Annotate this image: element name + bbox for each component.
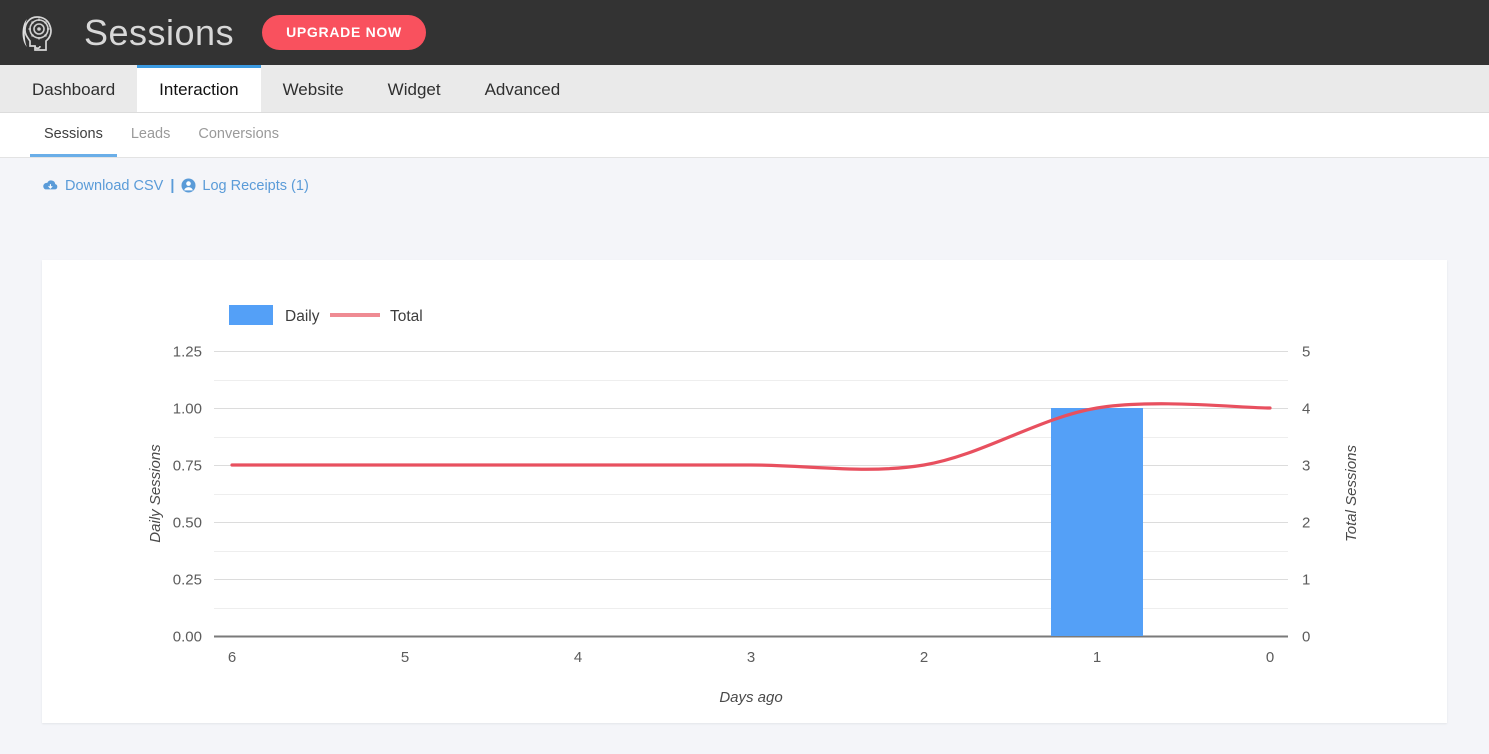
y2-axis-tick-label: 2 xyxy=(1302,515,1310,532)
sub-tab-bar: Sessions Leads Conversions xyxy=(0,113,1489,158)
chart-legend: Daily Total xyxy=(229,305,423,325)
link-separator: | xyxy=(170,178,174,194)
y2-axis-tick-label: 4 xyxy=(1302,401,1310,418)
action-link-row: Download CSV | Log Receipts (1) xyxy=(0,158,1489,213)
x-axis-tick-label: 0 xyxy=(1266,649,1274,666)
y-axis-title: Daily Sessions xyxy=(147,444,164,543)
x-axis-tick-label: 2 xyxy=(920,649,928,666)
log-receipts-label: Log Receipts (1) xyxy=(202,178,308,194)
tab-website[interactable]: Website xyxy=(261,65,366,112)
cloud-download-icon xyxy=(42,179,59,192)
y-axis-tick-label: 0.50 xyxy=(173,515,202,532)
tab-widget[interactable]: Widget xyxy=(366,65,463,112)
sessions-chart: 0.00 0.25 0.50 0.75 1.00 1.25 0 1 2 3 4 5 6 5 4 3 2 1 0 Dai… xyxy=(42,260,1447,723)
subtab-leads[interactable]: Leads xyxy=(117,113,185,157)
y2-axis-tick-label: 5 xyxy=(1302,344,1310,361)
y2-axis-tick-label: 3 xyxy=(1302,458,1310,475)
log-receipts-link[interactable]: Log Receipts (1) xyxy=(181,178,308,194)
main-tab-bar: Dashboard Interaction Website Widget Adv… xyxy=(0,65,1489,113)
y-axis-tick-label: 1.25 xyxy=(173,344,202,361)
x-axis-tick-label: 5 xyxy=(401,649,409,666)
y2-axis-title: Total Sessions xyxy=(1343,445,1360,543)
y-axis-tick-label: 0.00 xyxy=(173,629,202,646)
y-axis-tick-label: 1.00 xyxy=(173,401,202,418)
page-title: Sessions xyxy=(84,12,234,54)
y2-axis-tick-label: 1 xyxy=(1302,572,1310,589)
upgrade-now-button[interactable]: UPGRADE NOW xyxy=(262,15,426,50)
y-axis-tick-label: 0.25 xyxy=(173,572,202,589)
x-axis-tick-label: 4 xyxy=(574,649,582,666)
y2-axis-tick-label: 0 xyxy=(1302,629,1310,646)
legend-swatch-daily[interactable] xyxy=(229,305,273,325)
chart-bar[interactable] xyxy=(1051,408,1143,636)
download-csv-label: Download CSV xyxy=(65,178,163,194)
legend-label-daily: Daily xyxy=(285,308,320,325)
y-axis-tick-label: 0.75 xyxy=(173,458,202,475)
download-csv-link[interactable]: Download CSV xyxy=(42,178,163,194)
tab-interaction[interactable]: Interaction xyxy=(137,65,260,112)
x-axis-tick-label: 1 xyxy=(1093,649,1101,666)
app-header: Sessions UPGRADE NOW xyxy=(0,0,1489,65)
sessions-chart-card: 0.00 0.25 0.50 0.75 1.00 1.25 0 1 2 3 4 5 6 5 4 3 2 1 0 Dai… xyxy=(42,260,1447,723)
tab-advanced[interactable]: Advanced xyxy=(463,65,583,112)
x-axis-tick-label: 3 xyxy=(747,649,755,666)
tab-dashboard[interactable]: Dashboard xyxy=(10,65,137,112)
brain-head-gear-icon xyxy=(16,10,62,56)
subtab-sessions[interactable]: Sessions xyxy=(30,113,117,157)
x-axis-tick-label: 6 xyxy=(228,649,236,666)
x-axis-title: Days ago xyxy=(719,689,782,706)
user-circle-icon xyxy=(181,178,196,193)
legend-label-total: Total xyxy=(390,308,423,325)
subtab-conversions[interactable]: Conversions xyxy=(184,113,293,157)
